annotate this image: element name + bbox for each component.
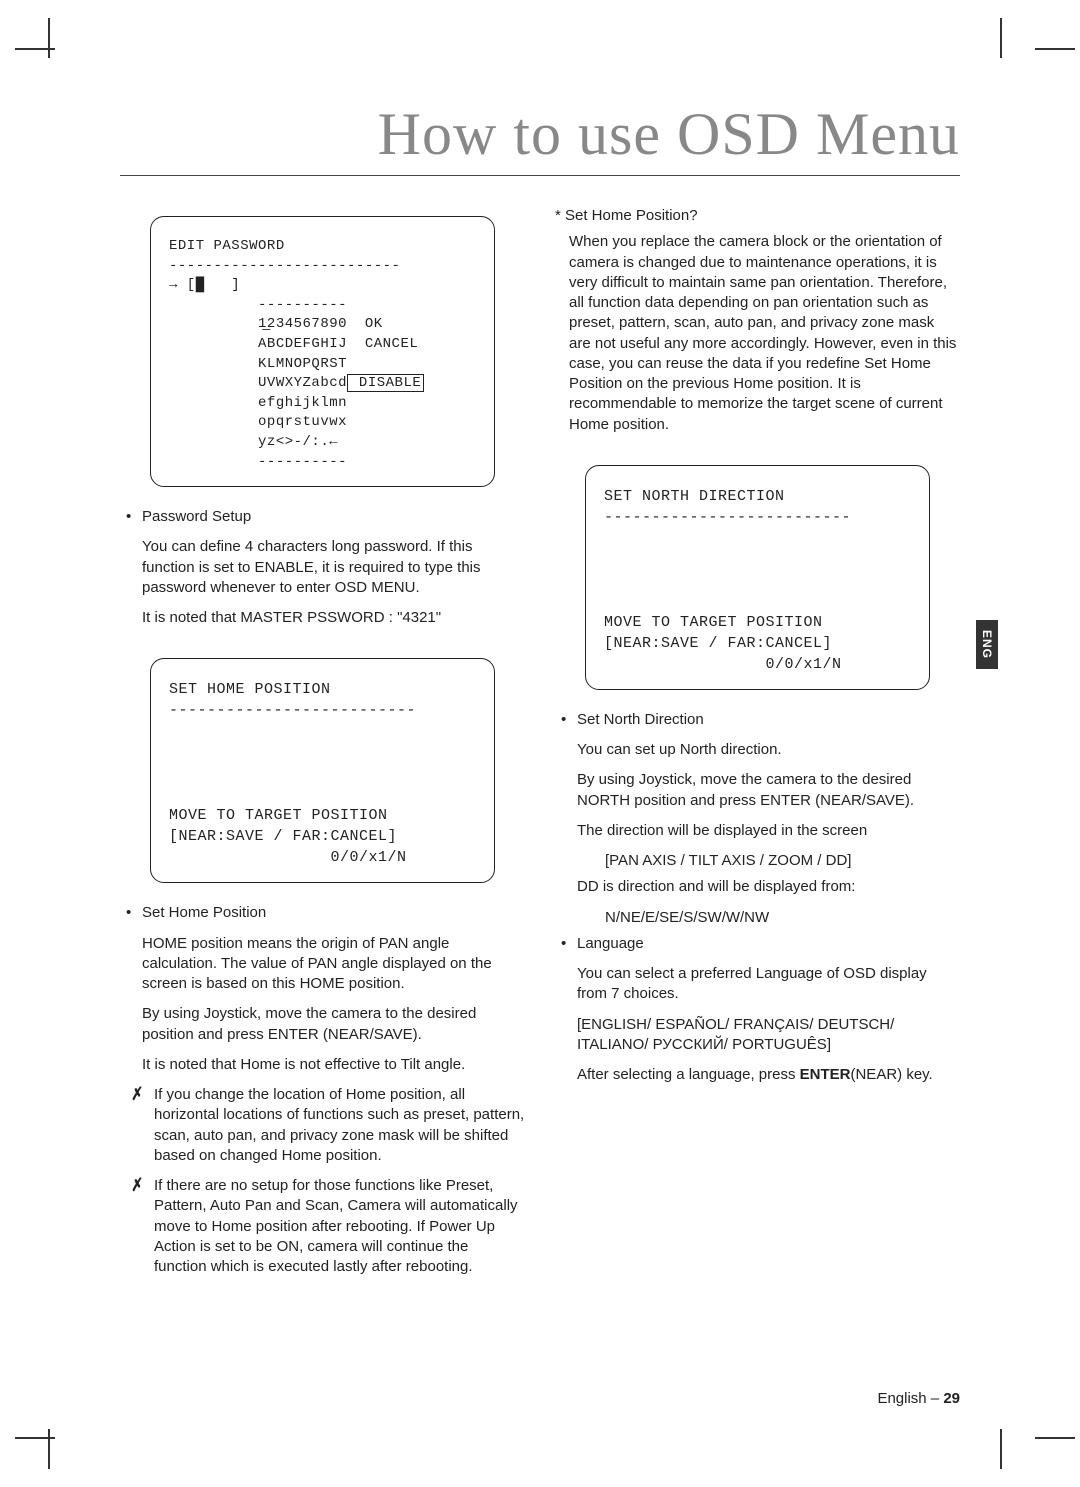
crop-mark — [15, 1437, 55, 1439]
section-set-north: Set North Direction — [555, 710, 960, 730]
osd-set-home: SET HOME POSITION ----------------------… — [150, 658, 495, 883]
bullet-list: Set Home Position — [120, 903, 525, 923]
osd-edit-password: EDIT PASSWORD --------------------------… — [150, 216, 495, 487]
osd-line: CANCEL — [347, 336, 418, 352]
crop-mark — [48, 1429, 50, 1469]
crop-mark — [1000, 1429, 1002, 1469]
osd-line: efghijklmn — [169, 395, 347, 411]
crop-mark — [1035, 1437, 1075, 1439]
osd-line: -------------------------- — [169, 258, 400, 274]
osd-line: EDIT PASSWORD — [169, 238, 285, 254]
body-text: The direction will be displayed in the s… — [577, 821, 960, 841]
bullet-list: Language — [555, 934, 960, 954]
osd-set-north: SET NORTH DIRECTION --------------------… — [585, 465, 930, 690]
osd-line: ---------- — [169, 454, 347, 470]
crop-mark — [48, 18, 50, 58]
language-tab: ENG — [976, 620, 998, 669]
crop-mark — [15, 48, 55, 50]
osd-line: → [█ ] — [169, 277, 240, 293]
osd-line: OK — [347, 316, 383, 332]
body-text: [PAN AXIS / TILT AXIS / ZOOM / DD] — [605, 851, 960, 871]
crop-mark — [1035, 48, 1075, 50]
page-footer: English – 29 — [877, 1390, 960, 1407]
section-language: Language — [555, 934, 960, 954]
note-text: If there are no setup for those function… — [126, 1176, 525, 1277]
osd-line: ABCDEFGHIJ — [169, 336, 347, 352]
body-text: [ENGLISH/ ESPAÑOL/ FRANÇAIS/ DEUTSCH/ IT… — [577, 1015, 960, 1056]
body-text: You can set up North direction. — [577, 740, 960, 760]
text-frag: After selecting a language, press — [577, 1066, 800, 1083]
body-text: It is noted that MASTER PSSWORD : "4321" — [142, 608, 525, 628]
osd-line: 0/0/x1/N — [169, 849, 407, 866]
section-set-home-q: * Set Home Position? — [555, 206, 960, 226]
footer-lang: English – — [877, 1390, 943, 1407]
osd-line: ---------- — [169, 297, 347, 313]
osd-line: [NEAR:SAVE / FAR:CANCEL] — [604, 635, 832, 652]
osd-line: SET HOME POSITION — [169, 681, 331, 698]
osd-line: MOVE TO TARGET POSITION — [604, 614, 823, 631]
page: How to use OSD Menu ENG EDIT PASSWORD --… — [0, 0, 1080, 1487]
osd-line: [NEAR:SAVE / FAR:CANCEL] — [169, 828, 397, 845]
left-column: EDIT PASSWORD --------------------------… — [120, 206, 525, 1287]
text-frag: (NEAR) key. — [850, 1066, 932, 1083]
note-text: If you change the location of Home posit… — [126, 1085, 525, 1166]
page-number: 29 — [943, 1390, 960, 1407]
body-text: By using Joystick, move the camera to th… — [577, 770, 960, 811]
osd-line: yz<>-/:.← — [169, 434, 338, 450]
body-text: It is noted that Home is not effective t… — [142, 1055, 525, 1075]
section-password-setup: Password Setup — [120, 507, 525, 527]
osd-line: -------------------------- — [604, 509, 851, 526]
bullet-list: Set North Direction — [555, 710, 960, 730]
osd-selected: DISABLE — [347, 374, 424, 392]
body-text: N/NE/E/SE/S/SW/W/NW — [605, 908, 960, 928]
body-text: You can select a preferred Language of O… — [577, 964, 960, 1005]
crop-mark — [1000, 18, 1002, 58]
right-column: * Set Home Position? When you replace th… — [555, 206, 960, 1287]
osd-line: opqrstuvwx — [169, 414, 347, 430]
osd-line: 1̲234567890 — [169, 316, 347, 332]
body-text: After selecting a language, press ENTER(… — [577, 1065, 960, 1085]
body-text: You can define 4 characters long passwor… — [142, 537, 525, 598]
osd-line: -------------------------- — [169, 702, 416, 719]
enter-key-label: ENTER — [800, 1066, 851, 1083]
osd-line: SET NORTH DIRECTION — [604, 488, 785, 505]
section-set-home: Set Home Position — [120, 903, 525, 923]
bullet-list: Password Setup — [120, 507, 525, 527]
body-text: DD is direction and will be displayed fr… — [577, 877, 960, 897]
body-text: HOME position means the origin of PAN an… — [142, 934, 525, 995]
content-columns: EDIT PASSWORD --------------------------… — [120, 206, 960, 1287]
osd-line: MOVE TO TARGET POSITION — [169, 807, 388, 824]
page-title: How to use OSD Menu — [120, 100, 960, 176]
osd-line: UVWXYZabcd — [169, 375, 347, 391]
body-text: When you replace the camera block or the… — [569, 232, 960, 435]
body-text: By using Joystick, move the camera to th… — [142, 1004, 525, 1045]
osd-line: KLMNOPQRST — [169, 356, 347, 372]
osd-line: 0/0/x1/N — [604, 656, 842, 673]
